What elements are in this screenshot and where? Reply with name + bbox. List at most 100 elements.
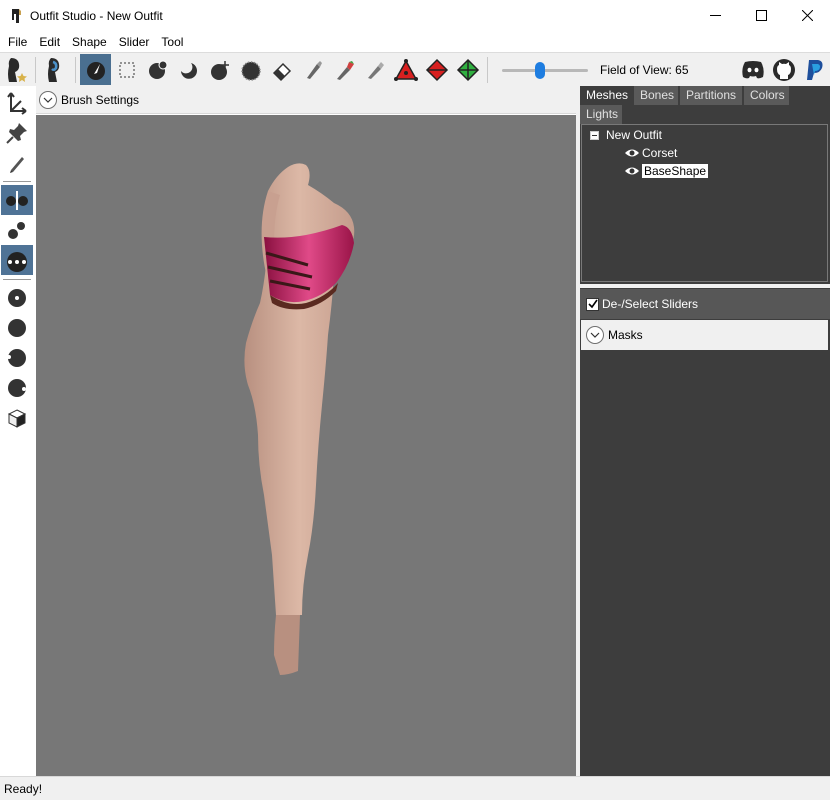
alpha-brush-button[interactable] [359,54,390,85]
alpha-brush-icon [367,61,384,79]
new-project-button[interactable] [0,54,31,85]
paypal-button[interactable] [799,54,830,85]
brush-settings-header[interactable]: Brush Settings [36,86,576,114]
3d-viewport[interactable] [36,115,576,776]
masks-header[interactable]: Masks [581,320,828,350]
github-icon [772,58,795,81]
eraser-icon [272,62,291,81]
minimize-button[interactable] [692,0,738,31]
global-brush-button[interactable] [1,245,33,275]
sphere-right-dot-icon [8,379,26,397]
inflate-brush-icon [148,60,167,79]
x-mirror-icon [6,191,28,210]
weight-brush-button[interactable] [297,54,328,85]
collapse-vertex-button[interactable] [390,54,421,85]
menu-edit[interactable]: Edit [33,35,66,49]
horizontal-splitter[interactable] [580,284,830,288]
expand-button[interactable] [586,326,604,344]
tab-bones[interactable]: Bones [634,86,678,105]
weight-brush-icon [306,60,322,79]
toolbar-separator [75,56,76,83]
maximize-icon [755,10,767,21]
character-model [244,163,355,675]
menu-tool[interactable]: Tool [155,35,189,49]
split-edge-button[interactable] [452,54,483,85]
flip-edge-icon [425,58,448,81]
tab-partitions[interactable]: Partitions [680,86,742,105]
field-of-view-label: Field of View: 65 [600,62,689,77]
chevron-down-icon [43,97,53,103]
maximize-button[interactable] [738,0,784,31]
mask-select-button[interactable] [111,54,142,85]
reference-button[interactable] [40,54,71,85]
vertex-colors-button[interactable] [1,283,33,313]
toolbar-separator [487,56,488,83]
pin-icon [6,123,27,144]
smooth-brush-icon [240,60,261,81]
menu-file[interactable]: File [2,35,33,49]
menu-shape[interactable]: Shape [66,35,113,49]
x-mirror-button[interactable] [1,185,33,215]
color-brush-button[interactable] [328,54,359,85]
title-bar: Outfit Studio - New Outfit [0,0,830,31]
deselect-sliders-toggle[interactable]: De-/Select Sliders [580,289,830,319]
tab-meshes[interactable]: Meshes [580,86,633,105]
tree-item-corset[interactable]: Corset [624,144,677,162]
menu-slider[interactable]: Slider [113,35,156,49]
close-icon [801,10,813,21]
right-panel: Meshes Bones Partitions Colors Lights Ne… [580,86,830,776]
deflate-brush-button[interactable] [173,54,204,85]
slider-track [502,68,588,72]
connected-only-button[interactable] [1,215,33,245]
tab-lights[interactable]: Lights [580,105,622,124]
triangle-vertex-icon [393,58,418,81]
dot-center-icon [8,289,26,307]
pivot-button[interactable] [1,118,33,148]
select-brush-button[interactable] [80,54,111,85]
toolbar-separator [35,56,36,83]
discord-icon [741,60,764,78]
field-of-view-slider[interactable] [502,60,588,80]
collapse-toggle-icon[interactable] [590,130,599,140]
deselect-sliders-label: De-/Select Sliders [602,297,699,311]
tree-root[interactable]: New Outfit [590,126,662,144]
left-toolbar-separator [3,279,31,280]
bounds-button[interactable] [1,403,33,433]
github-button[interactable] [768,54,799,85]
connected-icon [8,222,25,239]
mask-select-icon [119,62,134,77]
window-controls [692,0,830,31]
vertex-edit-button[interactable] [1,148,33,178]
undiff-brush-button[interactable] [266,54,297,85]
deflate-brush-icon [180,62,197,79]
pencil-icon [10,157,24,173]
tab-colors[interactable]: Colors [744,86,789,105]
app-icon [12,8,21,23]
visibility-eye-icon[interactable] [624,166,640,176]
inflate-brush-button[interactable] [142,54,173,85]
left-toolbar [0,86,36,776]
transform-button[interactable] [1,88,33,118]
checkbox[interactable] [586,297,599,311]
close-button[interactable] [784,0,830,31]
cube-icon [7,409,27,428]
new-project-icon [7,57,27,82]
flip-edge-button[interactable] [421,54,452,85]
smooth-brush-button[interactable] [235,54,266,85]
wireframe-button[interactable] [1,313,33,343]
expand-button[interactable] [39,90,57,109]
discord-button[interactable] [737,54,768,85]
tree-item-baseshape[interactable]: BaseShape [624,162,709,180]
slider-thumb[interactable] [535,61,545,79]
reference-icon [47,57,59,82]
masks-label: Masks [608,328,643,342]
textures-button[interactable] [1,373,33,403]
visibility-eye-icon[interactable] [624,148,640,158]
color-brush-icon [336,60,354,80]
split-edge-icon [456,58,479,81]
move-brush-button[interactable] [204,54,235,85]
lighting-button[interactable] [1,343,33,373]
status-text: Ready! [4,781,43,796]
chevron-down-icon [590,332,600,338]
select-brush-icon [86,61,105,80]
